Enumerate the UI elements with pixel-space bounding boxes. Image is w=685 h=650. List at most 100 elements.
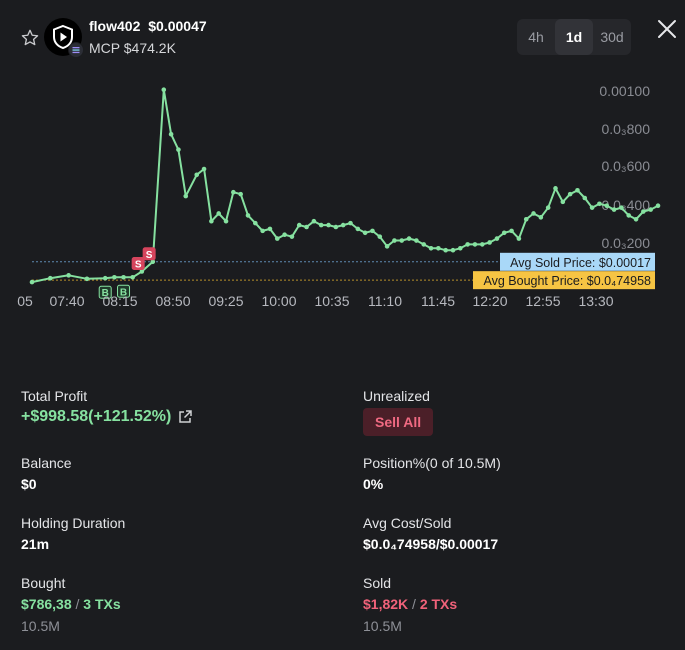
price-point [267,226,273,232]
x-tick-label: 10:35 [314,293,349,309]
sell-all-button[interactable]: Sell All [363,408,434,436]
balance-label: Balance [21,455,72,471]
token-header: flow402 $0.00047 MCP $474.2K 4h 1d 30d [0,0,685,70]
price-point [161,87,167,93]
price-point [597,201,602,207]
price-point [377,234,383,239]
market-cap: MCP $474.2K [89,40,176,56]
ref-line-label: Avg Bought Price: $0.0₄74958 [484,274,652,288]
price-point [589,205,595,210]
sold-quantity: 10.5M [363,618,402,634]
mcp-label: MCP [89,40,120,56]
price-point [479,242,485,247]
token-price: $0.00047 [148,18,207,34]
price-point [538,215,544,220]
holding-duration: Holding Duration 21m [21,515,125,552]
x-tick-label: 10:00 [261,293,296,309]
price-point [443,247,448,253]
position-label: Position%(0 of 10.5M) [363,455,501,471]
holding-value: 21m [21,536,50,552]
price-point [168,131,174,137]
price-chart[interactable]: 0.001000.0₃8000.0₃6000.0₃4000.0₃2000.0₃5… [0,70,685,320]
close-icon[interactable] [656,18,678,40]
time-range-tabs: 4h 1d 30d [517,19,631,55]
star-icon[interactable] [20,28,40,48]
sell-marker-label: S [146,250,153,261]
price-point [194,172,200,178]
mcp-value: $474.2K [123,40,176,56]
price-point [318,222,324,228]
tab-4h[interactable]: 4h [517,19,555,55]
sold-separator: / [412,596,416,612]
holding-label: Holding Duration [21,515,126,531]
price-point [494,236,500,241]
sold-amount: $1,82K [363,596,409,612]
unrealized-label: Unrealized [363,388,430,404]
price-point [238,191,243,197]
price-point [112,274,117,280]
bought-label: Bought [21,575,66,591]
price-point [176,147,181,152]
price-point [48,275,53,281]
price-point [458,245,463,251]
price-point [392,238,397,243]
price-point [487,240,492,245]
price-point [611,207,617,212]
total-profit: Total Profit +$998.58(+121.52%) [21,388,193,426]
avg-cost-sold: Avg Cost/Sold $0.0₄74958/$0.00017 [363,515,498,552]
price-point [201,166,207,172]
price-point [130,274,135,280]
price-point [66,273,71,278]
price-point [619,205,624,210]
price-point [102,275,108,281]
price-point [29,279,35,285]
price-point [582,195,588,201]
y-tick-label: 0.0₃800 [601,121,650,137]
x-tick-label: 07:40 [49,293,84,309]
price-point [575,187,580,193]
share-icon[interactable] [177,409,193,425]
balance: Balance $0 [21,455,72,492]
tab-30d[interactable]: 30d [593,19,631,55]
avg-cost-label: Avg Cost/Sold [363,515,452,531]
price-point [274,236,280,241]
y-tick-label: 0.0₃200 [601,235,650,251]
tab-1d[interactable]: 1d [555,19,593,55]
price-point [333,224,339,230]
price-point [472,242,478,247]
x-tick-label: 13:30 [578,293,613,309]
price-point [633,216,639,222]
price-point [567,191,573,197]
token-name[interactable]: flow402 [89,18,140,34]
price-point [436,245,441,251]
price-point [523,216,529,222]
bought-quantity: 10.5M [21,618,60,634]
price-point [516,236,522,241]
solana-chain-icon [68,42,84,58]
price-point [223,218,229,224]
price-point [282,232,287,238]
price-point [289,234,295,239]
price-point [501,230,507,236]
x-tick-label: 12:55 [525,293,560,309]
price-point [414,238,419,243]
price-point [450,247,456,253]
price-point [340,222,346,228]
y-tick-label: 0.00100 [599,83,650,99]
price-point [348,220,353,226]
unrealized: Unrealized Sell All [363,388,434,436]
balance-value: $0 [21,476,37,492]
price-point [260,228,265,234]
sell-marker-label: S [135,259,142,270]
x-tick-label: 08:50 [155,293,190,309]
x-tick-label: 11:10 [368,293,402,309]
price-point [509,228,514,234]
x-tick-label: 12:20 [472,293,507,309]
price-point [355,226,361,232]
price-point [326,222,331,228]
bought-txs: 3 TXs [83,596,121,612]
sold-label: Sold [363,575,392,591]
price-point [183,193,189,199]
price-point [253,220,258,226]
price-point [406,236,412,241]
